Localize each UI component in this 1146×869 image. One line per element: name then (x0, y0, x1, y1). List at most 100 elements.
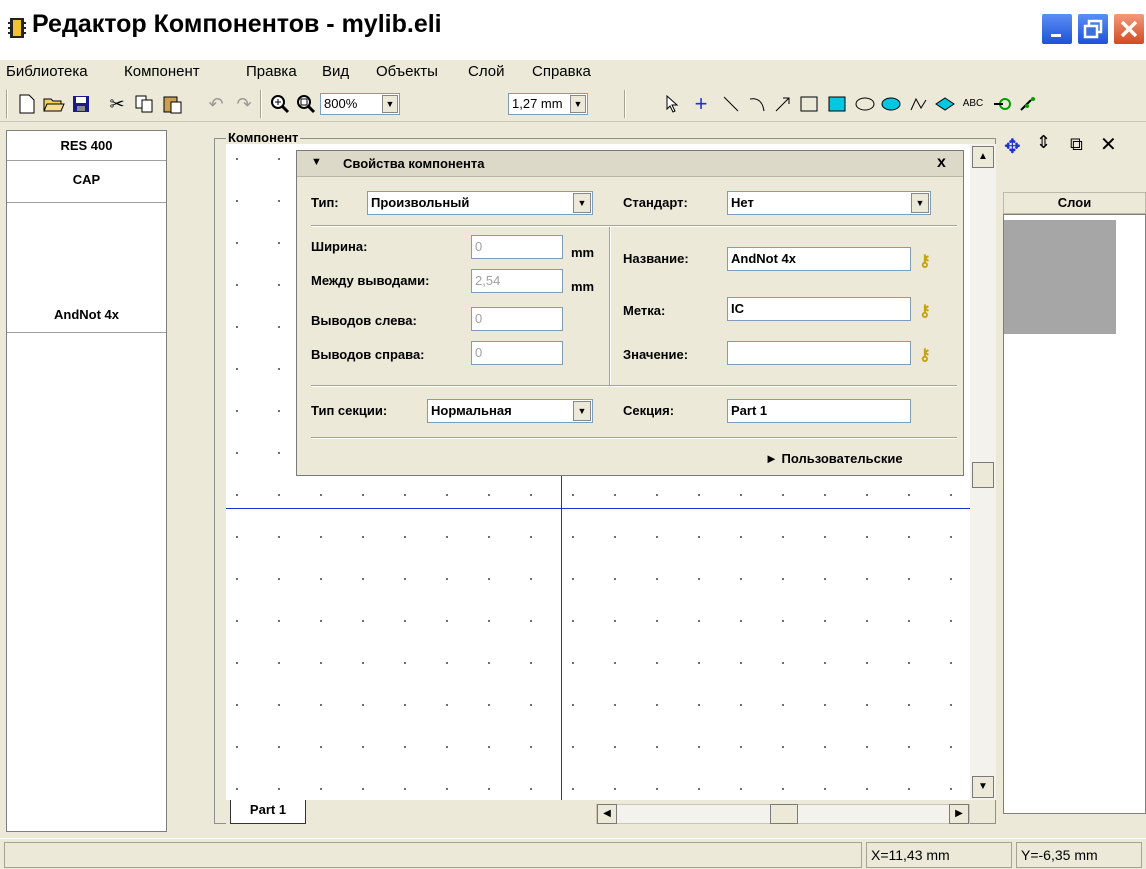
left-pins-field[interactable]: 0 (471, 307, 563, 331)
list-item[interactable]: AndNot 4x (7, 203, 166, 333)
right-pins-field[interactable]: 0 (471, 341, 563, 365)
move-icon[interactable]: ✥ (1004, 134, 1021, 159)
zoom-select[interactable]: 800% ▼ (320, 93, 400, 115)
filled-ellipse-tool-icon[interactable] (880, 92, 902, 116)
filled-rectangle-tool-icon[interactable] (826, 92, 848, 116)
scroll-thumb[interactable] (972, 462, 994, 488)
chevron-down-icon: ▼ (573, 193, 591, 213)
copy-icon[interactable] (132, 92, 156, 116)
group-icon[interactable]: ⧉ (1070, 134, 1083, 155)
component-frame-label: Компонент (226, 130, 301, 145)
component-properties-panel: ▼ Свойства компонента x Тип: Произвольны… (296, 150, 964, 476)
menu-component[interactable]: Компонент (124, 63, 200, 80)
scroll-left-icon[interactable]: ◀ (597, 804, 617, 824)
zoom-in-icon[interactable] (268, 92, 292, 116)
divider (311, 225, 611, 227)
pitch-field[interactable]: 2,54 (471, 269, 563, 293)
restore-button[interactable] (1076, 12, 1110, 46)
standard-value: Нет (731, 195, 754, 210)
new-file-icon[interactable] (16, 92, 38, 116)
undo-icon[interactable]: ↶ (206, 92, 226, 116)
divider (311, 437, 957, 439)
status-y-coordinate: Y=-6,35 mm (1016, 842, 1142, 868)
open-folder-icon[interactable] (42, 92, 66, 116)
cut-icon[interactable]: ✂ (106, 92, 128, 116)
pin-tool-icon[interactable] (992, 92, 1014, 116)
section-type-value: Нормальная (431, 403, 512, 418)
rectangle-tool-icon[interactable] (798, 92, 820, 116)
value-label: Значение: (623, 347, 689, 362)
menu-edit[interactable]: Правка (246, 63, 297, 80)
zoom-fit-icon[interactable] (294, 92, 318, 116)
close-window-button[interactable] (1112, 12, 1146, 46)
chevron-down-icon: ▼ (573, 401, 591, 421)
type-select[interactable]: Произвольный ▼ (367, 191, 593, 215)
toolbar-separator (260, 90, 262, 118)
section-field[interactable]: Part 1 (727, 399, 911, 423)
width-field[interactable]: 0 (471, 235, 563, 259)
standard-label: Стандарт: (623, 195, 688, 210)
delete-icon[interactable]: ✕ (1100, 132, 1117, 157)
save-icon[interactable] (70, 92, 92, 116)
scroll-right-icon[interactable]: ▶ (949, 804, 969, 824)
key-icon[interactable]: ⚷ (919, 301, 933, 321)
chevron-down-icon: ▼ (382, 95, 398, 113)
list-item[interactable]: RES 400 (7, 131, 166, 161)
arrow-tool-icon[interactable] (772, 92, 794, 116)
type-label: Тип: (311, 195, 339, 210)
collapse-icon[interactable]: ▼ (311, 156, 322, 168)
menu-layer[interactable]: Слой (468, 63, 504, 80)
toolbar-separator (624, 90, 626, 118)
chevron-down-icon: ▼ (911, 193, 929, 213)
redo-icon[interactable]: ↷ (234, 92, 254, 116)
title-bar: Редактор Компонентов - mylib.eli (0, 0, 1146, 60)
key-icon[interactable]: ⚷ (919, 345, 933, 365)
layers-toolbar: ✥ ⇕ ⧉ ✕ (1000, 130, 1146, 164)
standard-select[interactable]: Нет ▼ (727, 191, 931, 215)
menu-bar: Библиотека Компонент Правка Вид Объекты … (0, 60, 1146, 86)
panel-title: Свойства компонента (343, 156, 485, 171)
custom-properties-toggle[interactable]: ► Пользовательские (765, 451, 903, 466)
vertical-scrollbar[interactable]: ▲ ▼ (970, 144, 996, 800)
name-field[interactable]: AndNot 4x (727, 247, 911, 271)
sort-icon[interactable]: ⇕ (1036, 132, 1051, 153)
status-x-coordinate: X=11,43 mm (866, 842, 1012, 868)
horizontal-scroll-thumb[interactable] (770, 804, 798, 824)
type-value: Произвольный (371, 195, 470, 210)
auto-pins-icon[interactable] (1018, 92, 1040, 116)
mark-field[interactable]: IC (727, 297, 911, 321)
line-tool-icon[interactable] (720, 92, 742, 116)
close-icon[interactable]: x (937, 154, 946, 172)
scroll-down-icon[interactable]: ▼ (972, 776, 994, 798)
divider (609, 227, 611, 385)
grid-value: 1,27 mm (512, 96, 563, 111)
minimize-button[interactable] (1040, 12, 1074, 46)
list-item[interactable]: CAP (7, 161, 166, 203)
section-type-label: Тип секции: (311, 403, 388, 418)
menu-help[interactable]: Справка (532, 63, 591, 80)
menu-library[interactable]: Библиотека (6, 63, 88, 80)
crosshair-icon[interactable]: + (690, 92, 712, 116)
value-field[interactable] (727, 341, 911, 365)
ellipse-tool-icon[interactable] (854, 92, 876, 116)
component-list: RES 400 CAP AndNot 4x (6, 130, 167, 832)
divider (311, 385, 957, 387)
grid-select[interactable]: 1,27 mm ▼ (508, 93, 588, 115)
layer-selection[interactable] (1004, 220, 1116, 334)
panel-header: ▼ Свойства компонента x (297, 151, 963, 177)
select-arrow-icon[interactable] (662, 92, 684, 116)
paste-icon[interactable] (160, 92, 184, 116)
polyline-tool-icon[interactable] (908, 92, 930, 116)
menu-objects[interactable]: Объекты (376, 63, 438, 80)
key-icon[interactable]: ⚷ (919, 251, 933, 271)
toolbar-grip (6, 90, 8, 118)
menu-view[interactable]: Вид (322, 63, 349, 80)
tab-part-1[interactable]: Part 1 (230, 800, 306, 824)
arc-tool-icon[interactable] (746, 92, 768, 116)
toolbar: ✂ ↶ ↷ 800% ▼ 1,27 mm ▼ + ABC (0, 86, 1146, 122)
section-type-select[interactable]: Нормальная ▼ (427, 399, 593, 423)
text-tool-icon[interactable]: ABC (960, 92, 986, 116)
polygon-tool-icon[interactable] (934, 92, 956, 116)
width-label: Ширина: (311, 239, 368, 254)
scroll-up-icon[interactable]: ▲ (972, 146, 994, 168)
